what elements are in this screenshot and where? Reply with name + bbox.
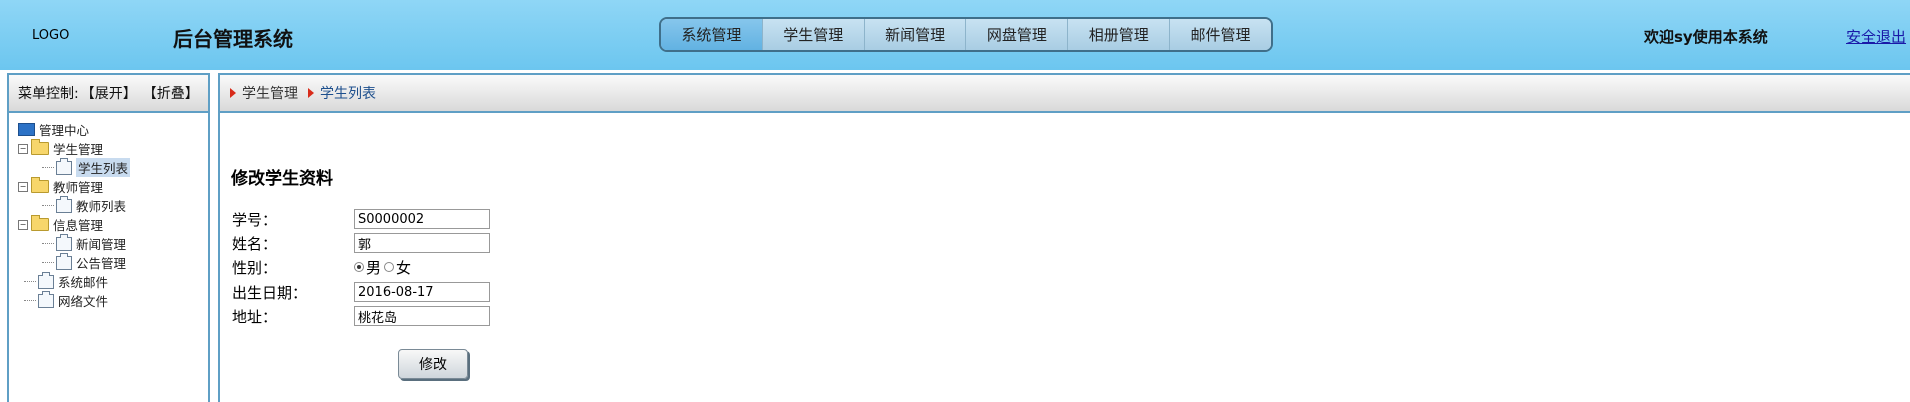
row-student-id: 学号： [232,208,490,230]
page-icon [56,195,72,213]
expand-all-button[interactable]: 【展开】 [81,83,137,103]
page-icon [38,290,54,308]
tree-connector [42,167,54,168]
sidebar: 菜单控制: 【展开】 【折叠】 管理中心 − 学生管理 学生列表 − 教师管理 … [7,73,210,402]
tree-connector [42,205,54,206]
student-id-label: 学号： [232,210,278,229]
gender-label: 性别： [232,258,278,277]
tree-item-teacher-list[interactable]: 教师列表 [18,195,208,215]
page-icon [56,157,72,175]
computer-icon [18,123,35,136]
tree-item-notice-mgmt[interactable]: 公告管理 [18,252,208,272]
breadcrumb: 学生管理 学生列表 [220,75,1910,113]
breadcrumb-current[interactable]: 学生列表 [320,83,376,103]
form-title: 修改学生资料 [231,169,333,189]
menu-control-label: 菜单控制: [18,86,79,102]
tree-item-student-group[interactable]: − 学生管理 [18,139,208,158]
gender-male-radio[interactable] [354,262,364,272]
main-panel: 学生管理 学生列表 修改学生资料 学号： 姓名： 性别： 男 女 出生日期： 地… [218,73,1910,402]
gender-female-radio[interactable] [384,262,395,272]
arrow-right-icon [230,88,236,98]
tree-label: 系统邮件 [58,275,109,290]
page-icon [56,252,72,270]
tree-label: 学生列表 [76,158,131,177]
tree-connector [24,300,36,301]
row-name: 姓名： [232,232,490,254]
address-label: 地址： [232,307,278,326]
nav-student[interactable]: 学生管理 [762,19,865,50]
tree-item-info-group[interactable]: − 信息管理 [18,215,208,234]
row-address: 地址： [232,305,490,327]
tree-label: 管理中心 [39,123,90,138]
logout-link[interactable]: 安全退出 [1846,26,1906,47]
tree-label: 网络文件 [58,294,109,309]
nav-netdisk[interactable]: 网盘管理 [966,19,1069,50]
welcome-text: 欢迎sy使用本系统 [1644,28,1768,46]
menu-control: 菜单控制: 【展开】 【折叠】 [9,75,208,113]
tree-item-root[interactable]: 管理中心 [18,120,208,139]
nav-mail[interactable]: 邮件管理 [1170,19,1271,50]
tree-connector [42,243,54,244]
name-label: 姓名： [232,234,278,253]
tree-label: 学生管理 [53,142,104,157]
nav-news[interactable]: 新闻管理 [864,19,967,50]
tree-label: 教师管理 [53,180,104,195]
logo: LOGO [32,28,70,43]
tree-item-student-list[interactable]: 学生列表 [18,157,208,177]
tree-label: 公告管理 [76,256,127,271]
collapse-all-button[interactable]: 【折叠】 [143,83,199,103]
tree-item-network-files[interactable]: 网络文件 [18,290,208,310]
tree-connector [42,262,54,263]
student-id-input[interactable] [354,209,490,229]
row-gender: 性别： 男 女 [232,256,414,278]
arrow-right-icon [308,88,314,98]
collapse-toggle-icon[interactable]: − [18,219,28,230]
birthdate-input[interactable] [354,282,490,302]
tree-label: 教师列表 [76,199,127,214]
folder-open-icon [31,139,49,155]
header-bar: LOGO 后台管理系统 系统管理 学生管理 新闻管理 网盘管理 相册管理 邮件管… [0,0,1910,70]
tree-item-system-mail[interactable]: 系统邮件 [18,271,208,291]
tree-label: 信息管理 [53,218,104,233]
gender-female-label: 女 [396,258,412,277]
folder-open-icon [31,215,49,231]
submit-button[interactable]: 修改 [398,349,468,379]
collapse-toggle-icon[interactable]: − [18,181,28,192]
page-icon [38,271,54,289]
folder-open-icon [31,177,49,193]
tree-connector [24,281,36,282]
collapse-toggle-icon[interactable]: − [18,143,28,154]
tree-item-news-mgmt[interactable]: 新闻管理 [18,233,208,253]
system-title: 后台管理系统 [173,27,293,51]
gender-male-label: 男 [366,258,382,277]
tree-label: 新闻管理 [76,237,127,252]
nav-album[interactable]: 相册管理 [1068,19,1171,50]
name-input[interactable] [354,233,490,253]
main-nav: 系统管理 学生管理 新闻管理 网盘管理 相册管理 邮件管理 [659,17,1273,52]
address-input[interactable] [354,306,490,326]
nav-system[interactable]: 系统管理 [661,19,763,50]
row-birthdate: 出生日期： [232,281,490,303]
tree-item-teacher-group[interactable]: − 教师管理 [18,177,208,196]
page-icon [56,233,72,251]
breadcrumb-item[interactable]: 学生管理 [242,83,298,103]
menu-tree: 管理中心 − 学生管理 学生列表 − 教师管理 教师列表 − 信息管理 新闻管理… [9,113,208,310]
birthdate-label: 出生日期： [232,283,308,302]
